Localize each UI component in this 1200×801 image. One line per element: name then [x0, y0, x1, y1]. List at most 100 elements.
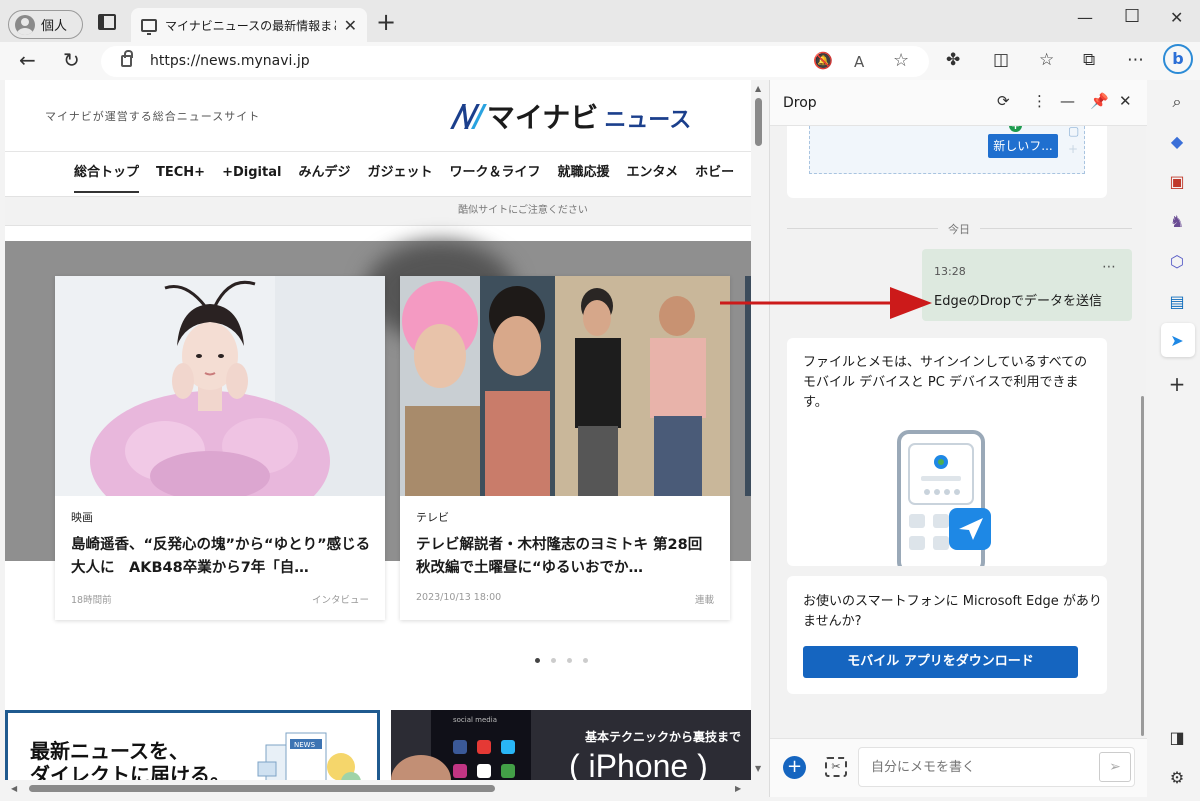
mute-notification-icon[interactable]: 🔕 [813, 51, 833, 70]
url-text[interactable]: https://news.mynavi.jp [150, 53, 310, 69]
iphone-promo-banner[interactable]: social media 基本テクニックから裏技まで ( iPhone ) [391, 710, 751, 780]
page-horizontal-scrollbar[interactable]: ◀ ▶ [5, 780, 751, 797]
drop-scrollbar[interactable] [1140, 126, 1145, 738]
nav-item-top[interactable]: 総合トップ [74, 152, 140, 197]
article-image[interactable] [55, 276, 385, 496]
article-title[interactable]: テレビ解説者・木村隆志のヨミトキ 第28回 秋改編で土曜昼に“ゆるいおでか… [416, 534, 716, 582]
favorite-star-icon[interactable]: ☆ [893, 50, 909, 71]
carousel-dot[interactable] [567, 658, 572, 663]
split-screen-icon[interactable]: ◫ [993, 51, 1009, 69]
article-category: 映画 [71, 511, 93, 524]
promo-badge: NEWS [294, 741, 316, 749]
nav-item-worklife[interactable]: ワーク＆ライフ [449, 152, 540, 197]
collections-icon[interactable]: ⧉ [1083, 51, 1095, 69]
tab-actions-icon[interactable] [98, 14, 116, 30]
nav-item-job[interactable]: 就職応援 [557, 152, 609, 197]
new-folder-chip: 新しいフ... [988, 134, 1058, 158]
article-time: 2023/10/13 18:00 [416, 592, 502, 603]
notice-bar[interactable]: 酷似サイトにご注意ください [5, 196, 751, 226]
active-tab[interactable]: マイナビニュースの最新情報まとめ - I ✕ [131, 8, 367, 42]
profile-button[interactable]: 個人 [8, 10, 83, 39]
page-vertical-scrollbar[interactable]: ▲ ▼ [751, 80, 766, 780]
nav-item-mindeji[interactable]: みんデジ [298, 152, 350, 197]
tab-title: マイナビニュースの最新情報まとめ - I [165, 18, 336, 33]
date-label: 今日 [938, 221, 980, 237]
download-app-button[interactable]: モバイル アプリをダウンロード [803, 646, 1078, 678]
new-tab-button[interactable]: + [376, 10, 396, 34]
copilot-icon[interactable]: b [1163, 44, 1193, 74]
drop-panel: Drop ⟳ ⋮ — 📌 ✕ + 新しいフ... ▢ + 今日 13:28 ⋯ … [769, 80, 1147, 797]
settings-gear-icon[interactable]: ⚙ [1167, 768, 1187, 788]
close-tab-icon[interactable]: ✕ [344, 16, 357, 35]
mobile-app-card: お使いのスマートフォンに Microsoft Edge がありませんか? モバイ… [787, 576, 1107, 694]
nav-item-gadget[interactable]: ガジェット [367, 152, 432, 197]
article-image[interactable] [400, 276, 730, 496]
drop-scroll-thumb[interactable] [1141, 396, 1144, 736]
games-icon[interactable]: ♞ [1167, 212, 1187, 232]
drag-icon: ▢ [1068, 126, 1080, 138]
news-promo-banner[interactable]: 最新ニュースを、 ダイレクトに届ける。 NEWS [5, 710, 380, 780]
web-page: マイナビが運営する総合ニュースサイト /\// マイナビ ニュース 総合トップ … [5, 80, 751, 780]
outlook-icon[interactable]: ▤ [1167, 292, 1187, 312]
maximize-button[interactable]: ☐ [1124, 6, 1140, 27]
carousel-dot[interactable] [551, 658, 556, 663]
drop-composer: + ✂ ➢ [770, 738, 1147, 797]
carousel-dot[interactable] [583, 658, 588, 663]
previous-message-card[interactable]: + 新しいフ... ▢ + [787, 126, 1107, 198]
article-title[interactable]: 島崎遥香、“反発心の塊”から“ゆとり”感じる大人に AKB48卒業から7年「自… [71, 534, 371, 582]
add-file-button[interactable]: + [783, 756, 806, 779]
sync-icon[interactable]: ⟳ [997, 93, 1010, 109]
drop-icon[interactable]: ➤ [1167, 331, 1187, 351]
more-menu-icon[interactable]: ⋯ [1127, 51, 1144, 69]
scroll-up-icon[interactable]: ▲ [755, 84, 761, 93]
sidebar-layout-icon[interactable]: ◨ [1167, 728, 1187, 748]
search-icon[interactable]: ⌕ [1167, 92, 1187, 112]
extensions-icon[interactable]: ✤ [946, 51, 960, 69]
avatar-icon [15, 14, 35, 35]
screenshot-capture-icon[interactable]: ✂ [825, 757, 847, 777]
send-button[interactable]: ➢ [1099, 752, 1131, 782]
add-green-icon: + [1009, 126, 1022, 132]
scroll-down-icon[interactable]: ▼ [755, 764, 761, 773]
logo-main-text: マイナビ [486, 101, 599, 134]
message-more-icon[interactable]: ⋯ [1102, 259, 1116, 275]
tag-icon[interactable]: ◆ [1167, 132, 1187, 152]
article-category: テレビ [416, 511, 449, 524]
drop-header: Drop ⟳ ⋮ — 📌 ✕ [770, 80, 1147, 126]
carousel-dot[interactable] [535, 658, 540, 663]
promo-headline: 最新ニュースを、 ダイレクトに届ける。 [30, 739, 230, 780]
nav-item-digital[interactable]: +Digital [222, 152, 281, 197]
lock-icon[interactable] [121, 50, 133, 67]
back-button[interactable]: ← [19, 50, 36, 70]
drop-message-list[interactable]: + 新しいフ... ▢ + 今日 13:28 ⋯ EdgeのDropでデータを送… [770, 126, 1147, 738]
promo-line-1: 最新ニュースを、 [30, 739, 189, 763]
more-options-icon[interactable]: ⋮ [1032, 93, 1047, 109]
close-panel-icon[interactable]: ✕ [1119, 93, 1132, 109]
site-logo[interactable]: /\// マイナビ ニュース [453, 96, 691, 136]
microsoft-365-icon[interactable]: ⬡ [1167, 252, 1187, 272]
article-tag: インタビュー [311, 595, 369, 606]
address-bar[interactable]: https://news.mynavi.jp 🔕 A ☆ [101, 46, 929, 77]
close-window-button[interactable]: ✕ [1170, 8, 1183, 27]
pin-icon[interactable]: 📌 [1090, 93, 1109, 109]
favorites-icon[interactable]: ☆ [1039, 51, 1054, 69]
nav-item-hobby[interactable]: ホビー [695, 152, 734, 197]
read-aloud-icon[interactable]: A [854, 53, 864, 71]
minimize-panel-icon[interactable]: — [1060, 93, 1075, 109]
horizontal-scroll-thumb[interactable] [29, 785, 495, 792]
refresh-button[interactable]: ↻ [63, 50, 80, 70]
tools-icon[interactable]: ▣ [1167, 172, 1187, 192]
message-bubble[interactable]: 13:28 ⋯ EdgeのDropでデータを送信 [922, 249, 1132, 321]
add-sidebar-app-icon[interactable]: + [1167, 374, 1187, 394]
nav-item-entame[interactable]: エンタメ [627, 152, 679, 197]
scroll-right-icon[interactable]: ▶ [735, 784, 741, 793]
article-card[interactable]: 映画 島崎遥香、“反発心の塊”から“ゆとり”感じる大人に AKB48卒業から7年… [55, 276, 385, 620]
promo2-subtitle: 基本テクニックから裏技まで [584, 730, 741, 744]
vertical-scroll-thumb[interactable] [755, 98, 762, 146]
nav-item-tech[interactable]: TECH+ [156, 152, 205, 197]
note-input[interactable] [858, 747, 1135, 787]
minimize-button[interactable]: — [1077, 8, 1093, 27]
article-tag: 連載 [694, 595, 714, 606]
scroll-left-icon[interactable]: ◀ [11, 784, 17, 793]
article-card[interactable]: テレビ テレビ解説者・木村隆志のヨミトキ 第28回 秋改編で土曜昼に“ゆるいおで… [400, 276, 730, 620]
